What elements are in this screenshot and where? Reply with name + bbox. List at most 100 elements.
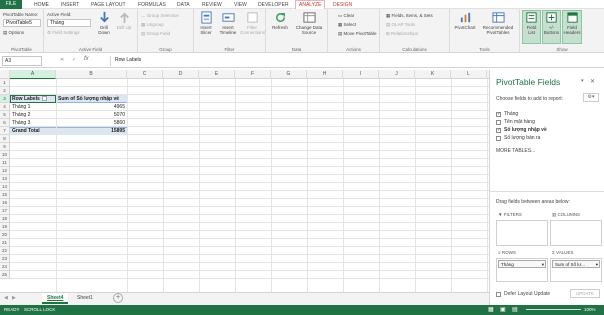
pivotchart-button[interactable]: PivotChart	[453, 11, 477, 30]
drill-up-button[interactable]: Drill Up	[114, 11, 134, 30]
group-selection-button[interactable]: → Group Selection	[141, 13, 179, 18]
select-all-corner[interactable]	[0, 70, 10, 79]
field-label[interactable]: Số lượng bán ra	[504, 135, 540, 141]
column-header[interactable]: F	[235, 70, 271, 79]
formula-input[interactable]: Row Labels	[110, 56, 486, 66]
tab-file[interactable]: FILE	[0, 0, 22, 9]
row-header[interactable]: 16	[0, 199, 10, 207]
sheet-nav-next-icon[interactable]: ▶	[12, 295, 16, 301]
defer-update-checkbox[interactable]	[496, 292, 501, 297]
pivot-row-value[interactable]: 5070	[56, 111, 127, 119]
column-header[interactable]: I	[343, 70, 379, 79]
tab-developer[interactable]: DEVELOPER	[258, 1, 289, 9]
column-header[interactable]: J	[379, 70, 415, 79]
row-header[interactable]: 18	[0, 215, 10, 223]
drill-down-button[interactable]: Drill Down	[94, 11, 114, 35]
tab-analyze[interactable]: ANALYZE	[295, 0, 326, 9]
row-header[interactable]: 19	[0, 223, 10, 231]
field-checkbox[interactable]	[496, 127, 501, 133]
tab-formulas[interactable]: FORMULAS	[138, 1, 166, 9]
row-header[interactable]: 3	[0, 95, 10, 103]
field-headers-toggle[interactable]: Field Headers	[562, 10, 582, 44]
column-header[interactable]: L	[451, 70, 487, 79]
ungroup-button[interactable]: ▦ Ungroup	[141, 22, 164, 28]
olap-tools-button[interactable]: ▤ OLAP Tools	[386, 22, 415, 28]
pivot-row-value[interactable]: 5860	[56, 119, 127, 127]
column-header[interactable]: K	[415, 70, 451, 79]
row-header[interactable]: 17	[0, 207, 10, 215]
field-checkbox[interactable]	[496, 111, 501, 117]
row-header[interactable]: 13	[0, 175, 10, 183]
options-button[interactable]: ▤ Options	[3, 30, 24, 36]
columns-drop-area[interactable]	[550, 220, 602, 246]
tab-design[interactable]: DESIGN	[333, 1, 352, 9]
sheet-tab[interactable]: Sheet1	[72, 293, 98, 304]
values-field-chip[interactable]: Sum of Số lư... ▾	[552, 260, 600, 268]
pivot-row-label[interactable]: Tháng 2	[10, 111, 56, 119]
row-header[interactable]: 6	[0, 119, 10, 127]
tab-view[interactable]: VIEW	[234, 1, 247, 9]
change-data-source-button[interactable]: Change Data Source	[292, 11, 326, 35]
update-button[interactable]: UPDATE	[570, 289, 600, 298]
pivottable-name-input[interactable]: PivotTable5	[3, 19, 41, 27]
rows-field-chip[interactable]: Tháng ▾	[498, 260, 546, 268]
field-list-button[interactable]: Field List	[522, 10, 541, 44]
insert-function-button[interactable]: fx	[84, 56, 89, 62]
recommended-pivottables-button[interactable]: Recommended PivotTables	[478, 11, 518, 35]
field-checkbox[interactable]	[496, 120, 501, 125]
relationships-button[interactable]: ⊞ Relationships	[386, 31, 418, 37]
insert-slicer-button[interactable]: Insert Slicer	[196, 11, 216, 35]
page-layout-view-icon[interactable]: ▣	[500, 305, 506, 315]
page-break-view-icon[interactable]: ▤	[512, 305, 518, 315]
column-header[interactable]: B	[56, 70, 127, 79]
pivot-value-header[interactable]: Sum of Số lượng nhập về	[56, 95, 127, 103]
active-field-input[interactable]: Tháng	[47, 19, 91, 27]
move-pivottable-button[interactable]: ▤ Move PivotTable	[338, 31, 377, 37]
column-header[interactable]: D	[163, 70, 199, 79]
field-settings-button[interactable]: ⚙ Field Settings	[47, 30, 80, 36]
select-button[interactable]: ▦ Select	[338, 22, 356, 28]
row-header[interactable]: 15	[0, 191, 10, 199]
pivot-total-label[interactable]: Grand Total	[10, 127, 56, 135]
tab-page-layout[interactable]: PAGE LAYOUT	[91, 1, 126, 9]
column-header[interactable]: C	[127, 70, 163, 79]
row-header[interactable]: 9	[0, 143, 10, 151]
tab-data[interactable]: DATA	[177, 1, 190, 9]
row-header[interactable]: 8	[0, 135, 10, 143]
tools-gear-button[interactable]: ⚙▾	[583, 93, 599, 102]
confirm-icon[interactable]: ✓	[72, 57, 76, 63]
row-header[interactable]: 20	[0, 231, 10, 239]
row-header[interactable]: 14	[0, 183, 10, 191]
row-header[interactable]: 25	[0, 271, 10, 279]
row-header[interactable]: 23	[0, 255, 10, 263]
field-label[interactable]: Tên mặt hàng	[504, 119, 535, 125]
row-header[interactable]: 2	[0, 87, 10, 95]
row-header[interactable]: 4	[0, 103, 10, 111]
name-box[interactable]: A3	[2, 56, 42, 66]
pane-menu-icon[interactable]: ▾	[581, 78, 584, 84]
pivot-total-value[interactable]: 15895	[56, 127, 127, 135]
tab-insert[interactable]: INSERT	[61, 1, 79, 9]
pivot-row-label[interactable]: Tháng 1	[10, 103, 56, 111]
field-checkbox[interactable]	[496, 136, 501, 141]
column-header[interactable]: G	[271, 70, 307, 79]
plus-minus-buttons-toggle[interactable]: +/- Buttons	[542, 10, 561, 44]
row-header[interactable]: 5	[0, 111, 10, 119]
pane-close-icon[interactable]: ✕	[590, 78, 595, 85]
filter-connections-button[interactable]: Filter Connections	[240, 11, 265, 35]
row-header[interactable]: 24	[0, 263, 10, 271]
pivot-row-label[interactable]: Tháng 3	[10, 119, 56, 127]
clear-button[interactable]: ▭ Clear	[338, 13, 354, 19]
tab-home[interactable]: HOME	[34, 1, 49, 9]
cancel-icon[interactable]: ✕	[60, 57, 64, 63]
insert-timeline-button[interactable]: Insert Timeline	[217, 11, 239, 35]
column-header[interactable]: A	[10, 70, 56, 79]
row-header[interactable]: 12	[0, 167, 10, 175]
row-header[interactable]: 21	[0, 239, 10, 247]
normal-view-icon[interactable]: ▦	[488, 305, 494, 315]
pivot-row-value[interactable]: 4965	[56, 103, 127, 111]
column-header[interactable]: H	[307, 70, 343, 79]
row-header[interactable]: 11	[0, 159, 10, 167]
sheet-nav-prev-icon[interactable]: ◀	[4, 295, 8, 301]
field-label[interactable]: Số lượng nhập về	[504, 127, 547, 133]
